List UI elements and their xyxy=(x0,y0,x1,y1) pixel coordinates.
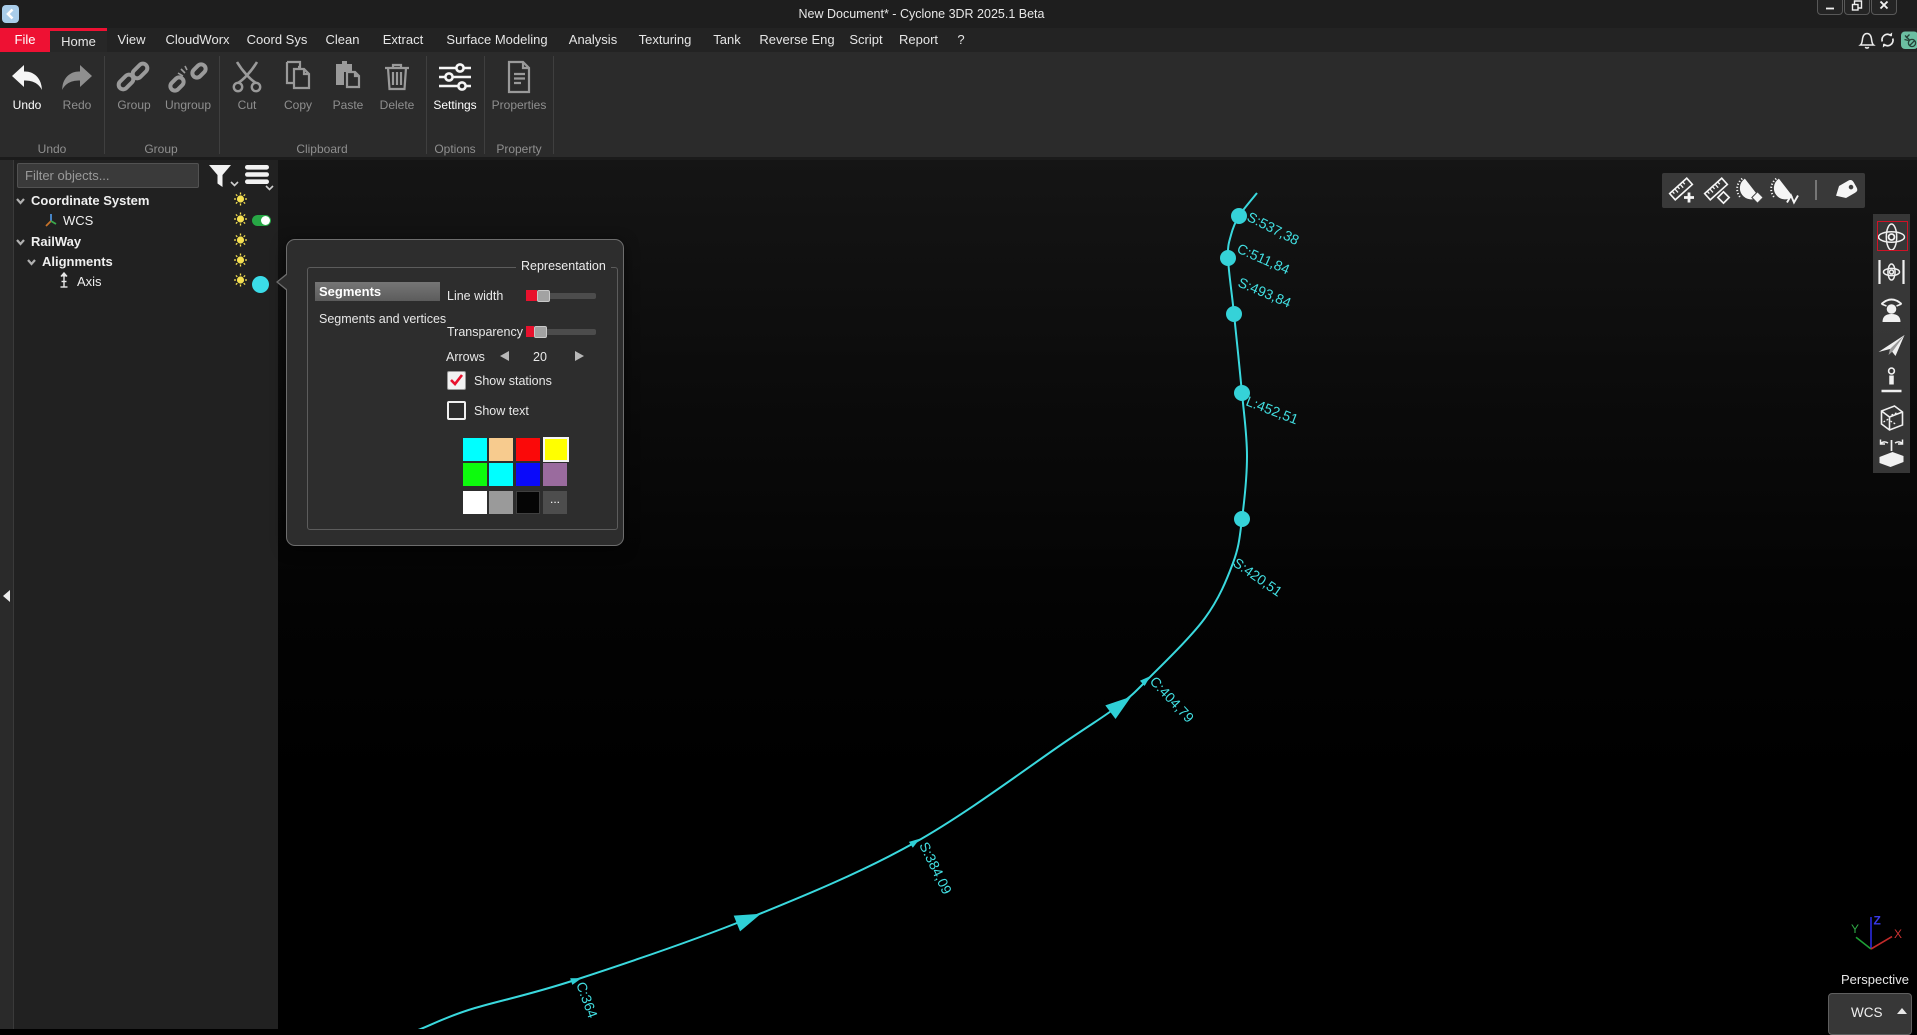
svg-text:S:420,51: S:420,51 xyxy=(1230,554,1285,599)
svg-text:S:537,38: S:537,38 xyxy=(1245,208,1302,248)
svg-text:Y: Y xyxy=(1851,922,1859,936)
svg-text:C:404,79: C:404,79 xyxy=(1147,673,1198,726)
svg-text:Z: Z xyxy=(1874,914,1881,928)
svg-text:S:384,09: S:384,09 xyxy=(916,839,955,897)
svg-text:C:511,84: C:511,84 xyxy=(1235,240,1293,277)
svg-text:L:452,51: L:452,51 xyxy=(1244,393,1301,428)
svg-text:S:493,84: S:493,84 xyxy=(1236,274,1294,311)
svg-text:C:364: C:364 xyxy=(573,980,601,1021)
svg-text:X: X xyxy=(1894,927,1902,941)
